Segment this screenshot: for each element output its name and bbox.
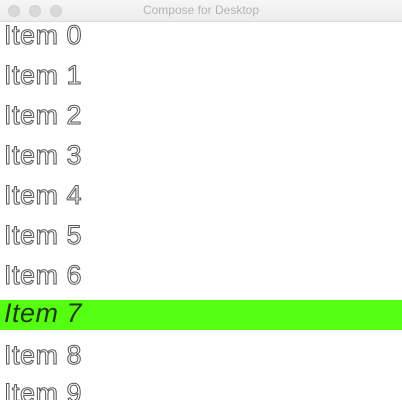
list-item[interactable]: Item 4 [0, 180, 402, 212]
list-item-label: Item 5 [3, 220, 83, 251]
list-item[interactable]: Item 3 [0, 140, 402, 172]
app-window: Compose for Desktop Item 0 Item 1 Item 2… [0, 0, 402, 400]
list-item[interactable]: Item 8 [0, 340, 402, 372]
list-item-label: Item 6 [3, 260, 83, 291]
list-item[interactable]: Item 9 [0, 378, 402, 400]
list-item-label: Item 2 [3, 100, 83, 131]
list-item[interactable]: Item 2 [0, 100, 402, 132]
list-item-label: Item 7 [4, 298, 83, 328]
list-item[interactable]: Item 1 [0, 60, 402, 92]
list-item-label: Item 4 [3, 180, 83, 211]
list-item-label: Item 3 [3, 140, 83, 171]
list-item-label: Item 0 [3, 22, 83, 51]
list-item-selected[interactable]: Item 7 [0, 298, 402, 330]
item-list[interactable]: Item 0 Item 1 Item 2 Item 3 Item 4 Item … [0, 22, 402, 400]
list-item[interactable]: Item 6 [0, 260, 402, 292]
list-item-label: Item 9 [3, 378, 83, 400]
window-title: Compose for Desktop [142, 3, 260, 17]
list-item-label: Item 8 [3, 340, 83, 371]
list-item[interactable]: Item 5 [0, 220, 402, 252]
title-bar[interactable]: Compose for Desktop [0, 0, 402, 22]
list-item[interactable]: Item 0 [0, 22, 402, 52]
list-item-label: Item 1 [3, 60, 83, 91]
